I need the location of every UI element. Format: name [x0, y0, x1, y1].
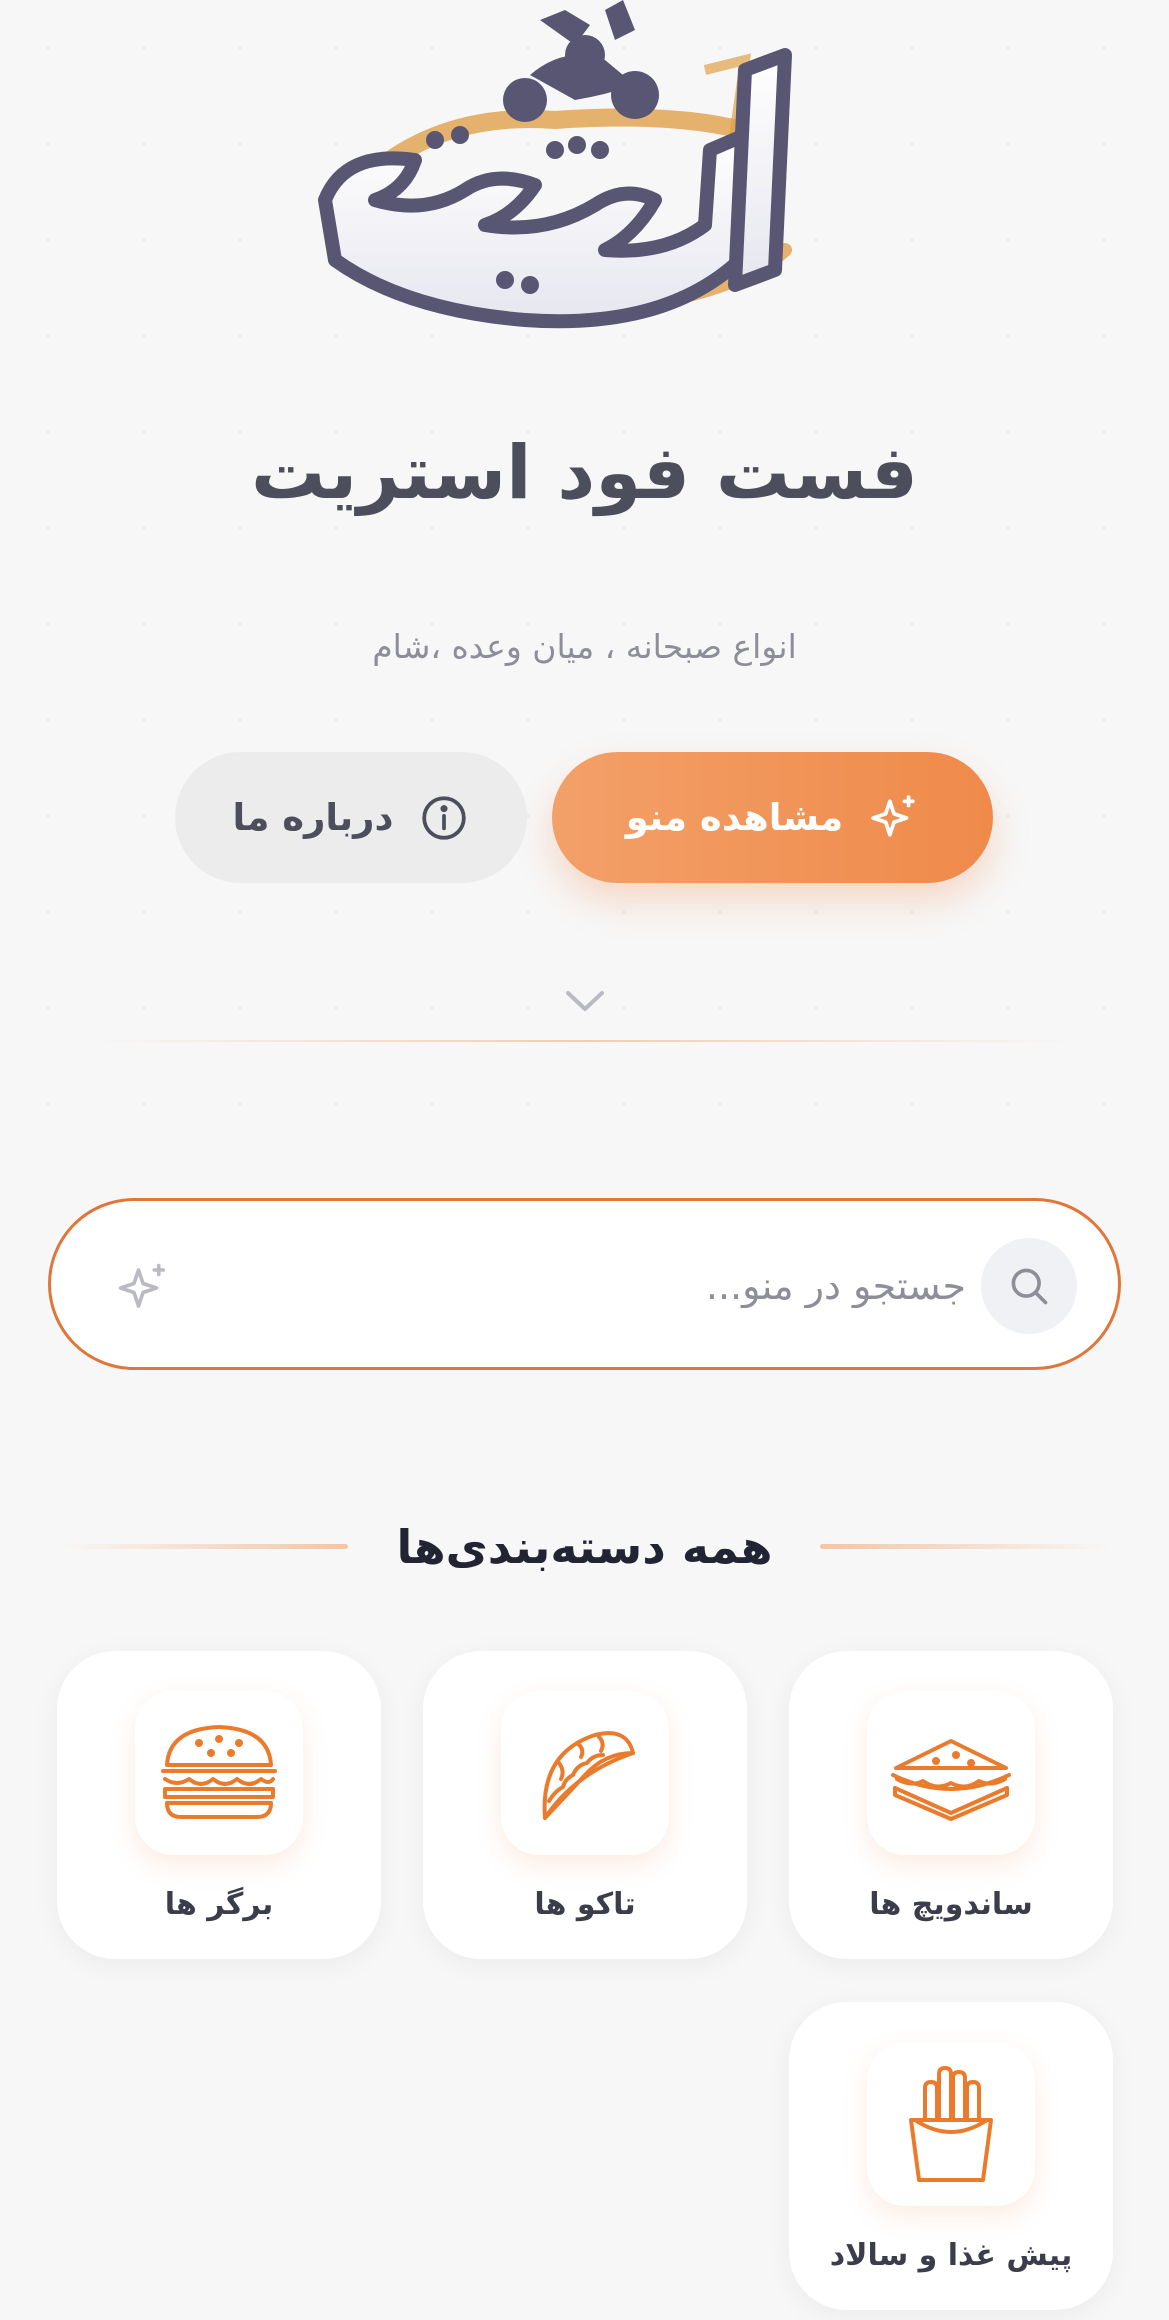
search-icon [1011, 1268, 1048, 1305]
category-card-appetizers-salads[interactable]: پیش غذا و سالاد [789, 2002, 1113, 2310]
sparkle-icon [871, 794, 915, 837]
category-label: برگر ها [164, 1887, 274, 1922]
category-icon-box [501, 1691, 669, 1855]
search-input[interactable] [201, 1241, 966, 1331]
restaurant-name: فست فود استریت [251, 430, 918, 516]
category-icon-box [867, 1691, 1035, 1855]
info-icon [422, 795, 467, 840]
view-menu-button[interactable]: مشاهده منو [552, 752, 993, 883]
category-label: پیش غذا و سالاد [829, 2238, 1073, 2273]
category-icon-box [135, 1691, 303, 1855]
category-card-burgers[interactable]: برگر ها [57, 1651, 381, 1959]
fries-icon [909, 2066, 993, 2182]
view-menu-label: مشاهده منو [625, 796, 844, 839]
about-us-label: درباره ما [232, 796, 394, 839]
search-button[interactable] [981, 1238, 1077, 1334]
about-us-button[interactable]: درباره ما [175, 752, 527, 883]
category-card-tacos[interactable]: تاکو ها [423, 1651, 747, 1959]
sandwich-icon [891, 1739, 1011, 1821]
search-bar [48, 1198, 1121, 1370]
category-icon-box [867, 2042, 1035, 2206]
category-label: ساندویچ ها [869, 1887, 1033, 1922]
category-label: تاکو ها [534, 1887, 636, 1922]
category-card-sandwiches[interactable]: ساندویچ ها [789, 1651, 1113, 1959]
taco-icon [542, 1731, 635, 1820]
scroll-down-chevron-icon[interactable] [562, 985, 608, 1015]
ai-sparkle-icon[interactable] [116, 1261, 170, 1315]
restaurant-tagline: انواع صبحانه ، میان وعده ،شام [372, 627, 797, 666]
section-divider [95, 1040, 1075, 1042]
categories-heading: همه دسته‌بندی‌ها [396, 1520, 773, 1574]
brand-logo [318, 0, 792, 329]
burger-icon [161, 1725, 277, 1819]
